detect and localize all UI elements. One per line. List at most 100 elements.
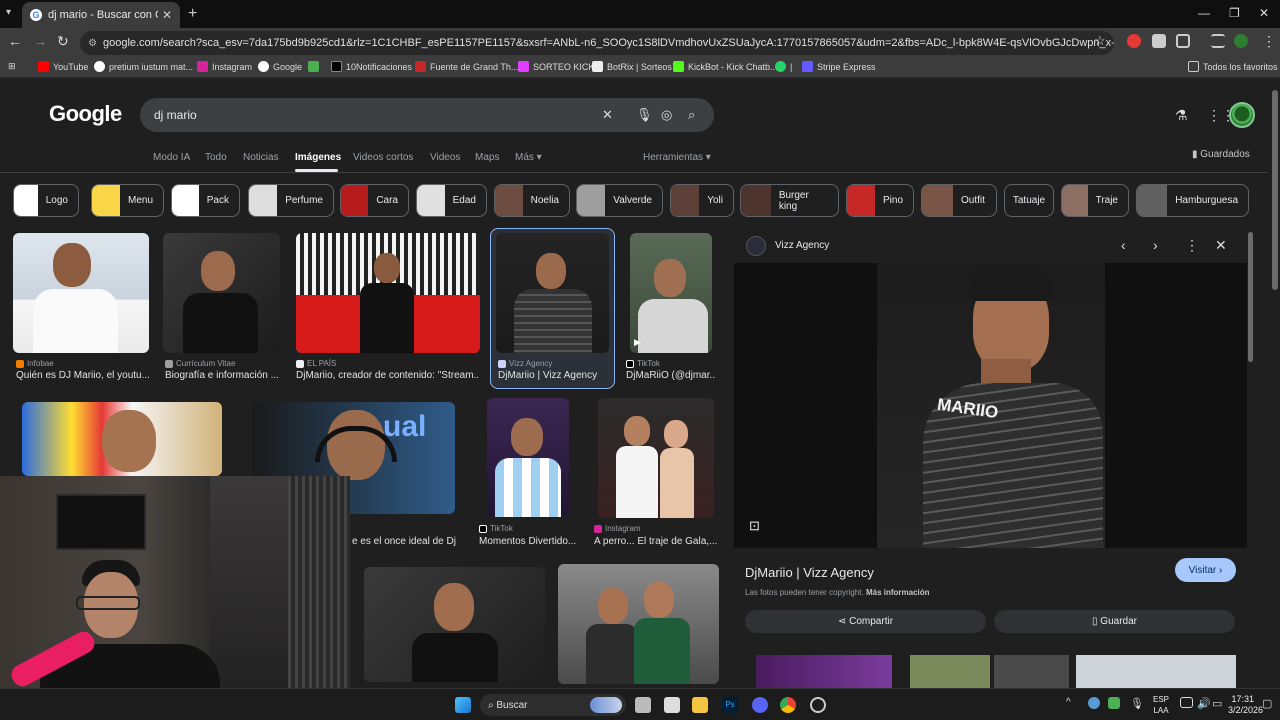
phone-link-icon[interactable] <box>664 697 680 713</box>
tab-videos-cortos[interactable]: Videos cortos <box>353 152 413 163</box>
bookmark-botrix[interactable]: BotRix | Sorteos <box>592 61 672 72</box>
lens-icon[interactable]: ⊡ <box>749 518 760 534</box>
tab-search-icon[interactable]: ▾ <box>6 7 11 18</box>
page-scrollbar[interactable] <box>1272 90 1278 290</box>
clear-icon[interactable]: ✕ <box>602 107 613 123</box>
bookmark-whatsapp[interactable]: | <box>775 61 792 72</box>
browser-menu-icon[interactable]: ⋮ <box>1262 33 1276 50</box>
network-icon[interactable] <box>1180 697 1193 708</box>
panel-title[interactable]: DjMariio | Vizz Agency <box>745 565 874 580</box>
related-image-2[interactable] <box>910 655 990 688</box>
tab-todo[interactable]: Todo <box>205 152 227 163</box>
chip-menu[interactable]: Menu <box>91 184 164 217</box>
result-caption-3[interactable]: DjMariio, creador de contenido: "Stream.… <box>296 370 480 381</box>
chip-traje[interactable]: Traje <box>1061 184 1129 217</box>
chip-yoli[interactable]: Yoli <box>670 184 734 217</box>
site-info-icon[interactable]: ⚙ <box>88 38 97 49</box>
restore-icon[interactable]: ❐ <box>1229 6 1240 20</box>
chip-pino[interactable]: Pino <box>846 184 914 217</box>
battery-icon[interactable]: ▭ <box>1212 697 1228 713</box>
bookmark-stripe[interactable]: Stripe Express <box>802 61 876 72</box>
system-clock[interactable]: 17:31 3/2/2026 <box>1228 694 1263 716</box>
close-window-icon[interactable]: ✕ <box>1259 6 1269 20</box>
reload-icon[interactable]: ↻ <box>57 33 69 50</box>
bookmark-youtube[interactable]: YouTube <box>38 61 88 72</box>
chip-logo[interactable]: Logo <box>13 184 79 217</box>
bookmark-instagram[interactable]: Instagram <box>197 61 252 72</box>
task-view-icon[interactable] <box>635 697 651 713</box>
google-logo[interactable]: Google <box>49 101 122 127</box>
labs-flask-icon[interactable]: ⚗ <box>1175 107 1188 124</box>
related-image-1[interactable] <box>756 655 892 688</box>
related-image-3[interactable] <box>994 655 1069 688</box>
visit-button[interactable]: Visitar › <box>1175 558 1236 582</box>
bookmark-star-icon[interactable]: ☆ <box>1094 33 1106 49</box>
more-info-link[interactable]: Más información <box>866 588 930 597</box>
search-icon[interactable]: ⌕ <box>688 107 695 123</box>
address-bar[interactable]: ⚙ google.com/search?sca_esv=7da175bd9b92… <box>80 31 1114 55</box>
volume-icon[interactable]: 🔊 <box>1197 697 1213 713</box>
result-image-9[interactable] <box>598 398 714 518</box>
share-button[interactable]: ⋖ Compartir <box>745 610 986 633</box>
discord-icon[interactable] <box>752 697 768 713</box>
result-image-8[interactable] <box>487 398 569 517</box>
app-badge-icon[interactable] <box>810 697 826 713</box>
result-image-1[interactable] <box>13 233 149 353</box>
close-panel-icon[interactable]: ✕ <box>1215 237 1227 254</box>
preview-image[interactable]: MARIIO ⊡ <box>734 263 1247 548</box>
result-caption-1[interactable]: Quién es DJ Mariio, el youtu... <box>16 370 150 381</box>
file-explorer-icon[interactable] <box>692 697 708 713</box>
tab-videos[interactable]: Videos <box>430 152 460 163</box>
result-image-3[interactable] <box>296 233 480 353</box>
bookmark-pretium[interactable]: pretium iustum mat... <box>94 61 193 72</box>
lens-search-icon[interactable]: ◎ <box>661 107 672 123</box>
chip-outfit[interactable]: Outfit <box>921 184 997 217</box>
bookmark-google[interactable]: Google <box>258 61 302 72</box>
result-caption-6[interactable]: e es el once ideal de Dj... <box>352 536 456 547</box>
media-queue-icon[interactable] <box>1211 34 1225 48</box>
notifications-icon[interactable]: ▢ <box>1262 697 1278 713</box>
profile-icon[interactable] <box>1234 34 1248 48</box>
chip-noelia[interactable]: Noelia <box>494 184 570 217</box>
back-icon[interactable]: ← <box>8 33 22 49</box>
tab-close-icon[interactable]: ✕ <box>162 8 172 22</box>
result-image-4[interactable] <box>496 233 609 353</box>
language-indicator[interactable]: ESP LAA <box>1153 694 1169 716</box>
panel-scrollbar[interactable] <box>1248 232 1253 362</box>
tools-button[interactable]: Herramientas ▾ <box>643 152 711 163</box>
shield-icon[interactable] <box>1108 697 1120 709</box>
windows-start-icon[interactable] <box>455 697 471 713</box>
extension-record-icon[interactable] <box>1127 34 1141 48</box>
chip-tatuaje[interactable]: Tatuaje <box>1004 184 1054 217</box>
tab-mas[interactable]: Más ▾ <box>515 152 542 163</box>
bookmark-sorteo-kick[interactable]: SORTEO KICK <box>518 61 594 72</box>
bookmark-star[interactable] <box>308 61 323 72</box>
panel-site-name[interactable]: Vizz Agency <box>775 240 829 251</box>
tray-chevron-icon[interactable]: ^ <box>1066 697 1082 713</box>
bookmark-10notificaciones[interactable]: 10Notificaciones <box>331 61 412 72</box>
result-caption-4[interactable]: DjMariio | Vizz Agency <box>498 370 612 381</box>
chip-pack[interactable]: Pack <box>171 184 240 217</box>
search-box[interactable]: dj mario ✕ 🎙 ◎ ⌕ <box>140 98 714 132</box>
panel-menu-icon[interactable]: ⋮ <box>1185 237 1199 254</box>
result-image-5[interactable]: ▶ <box>630 233 712 353</box>
chip-valverde[interactable]: Valverde <box>576 184 663 217</box>
tab-active[interactable]: G dj mario - Buscar con Google ✕ <box>22 2 180 28</box>
minimize-icon[interactable]: — <box>1198 6 1210 20</box>
previous-image-icon[interactable]: ‹ <box>1121 237 1126 253</box>
saved-button[interactable]: ▮ Guardados <box>1192 149 1250 160</box>
voice-search-icon[interactable]: 🎙 <box>636 107 653 123</box>
result-caption-9[interactable]: A perro... El traje de Gala,... <box>594 536 718 547</box>
bookmark-kickbot[interactable]: KickBot - Kick Chatb... <box>673 61 778 72</box>
next-image-icon[interactable]: › <box>1153 237 1158 253</box>
bookmark-fuente[interactable]: Fuente de Grand Th... <box>415 61 518 72</box>
related-image-4[interactable] <box>1076 655 1236 688</box>
result-caption-5[interactable]: DjMaRiiO (@djmar... <box>626 370 716 381</box>
chip-burger-king[interactable]: Burger king <box>740 184 839 217</box>
cloud-icon[interactable] <box>1088 697 1100 709</box>
all-bookmarks[interactable]: Todos los favoritos <box>1188 61 1278 72</box>
chip-perfume[interactable]: Perfume <box>248 184 334 217</box>
search-input[interactable]: dj mario <box>154 108 197 122</box>
chip-cara[interactable]: Cara <box>340 184 409 217</box>
forward-icon[interactable]: → <box>33 33 47 49</box>
